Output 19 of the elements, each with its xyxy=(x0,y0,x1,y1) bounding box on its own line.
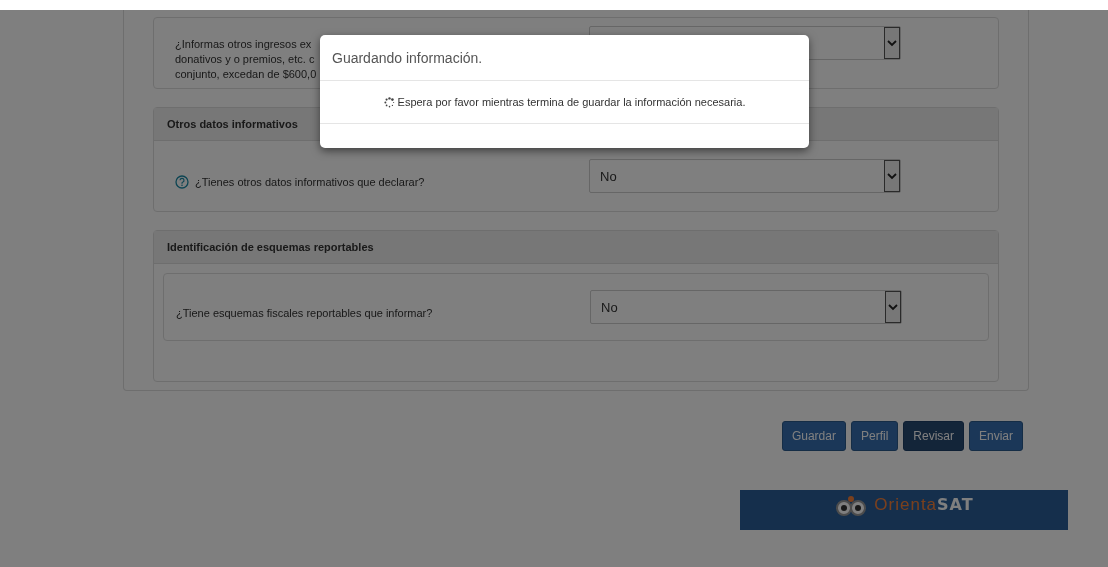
owl-logo-icon xyxy=(834,495,869,517)
modal-message: Espera por favor mientras termina de guardar la información necesaria. xyxy=(397,96,746,108)
action-button[interactable]: Perfil xyxy=(850,421,899,451)
chevron-down-icon xyxy=(884,27,900,59)
help-icon[interactable] xyxy=(175,175,189,189)
chevron-down-icon xyxy=(884,160,900,192)
spinner-icon xyxy=(383,96,395,108)
action-button[interactable]: Guardar xyxy=(781,421,846,451)
question-text: ¿Tiene esquemas fiscales reportables que informar? xyxy=(176,305,433,321)
select-field[interactable]: No xyxy=(590,290,902,324)
chevron-down-icon xyxy=(885,291,901,323)
section-title: Identificación de esquemas reportables xyxy=(154,231,998,264)
modal-title: Guardando información. xyxy=(320,35,809,81)
action-button[interactable]: Revisar xyxy=(903,421,964,451)
select-field[interactable]: No xyxy=(589,159,901,193)
question-text: ¿Informas otros ingresos ex donativos y o premios, etc. c conjunto, excedan de $600,0 xyxy=(175,36,317,82)
question-text: ¿Tienes otros datos informativos que declarar? xyxy=(195,174,425,190)
action-button[interactable]: Enviar xyxy=(969,421,1023,451)
brand-name: OrientaSAT xyxy=(874,495,974,515)
